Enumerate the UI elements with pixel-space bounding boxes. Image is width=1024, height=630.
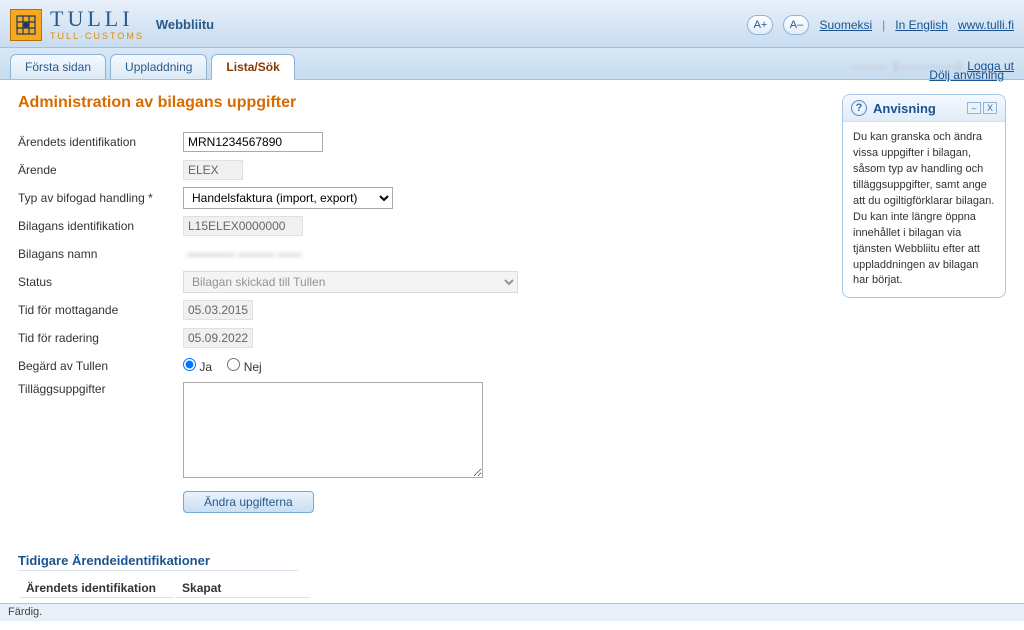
help-body: Du kan granska och ändra vissa uppgifter… — [843, 122, 1005, 297]
logo: TULLI TULL·CUSTOMS — [10, 8, 144, 41]
lang-finnish-link[interactable]: Suomeksi — [819, 18, 872, 32]
previous-ids-title: Tidigare Ärendeidentifikationer — [18, 553, 298, 571]
page-title: Administration av bilagans uppgifter — [18, 94, 830, 112]
value-radering: 05.09.2022 — [183, 328, 253, 348]
col-arende-id: Ärendets identifikation — [20, 579, 174, 598]
help-header: ? Anvisning – X — [843, 95, 1005, 122]
hide-instructions-link[interactable]: Dölj anvisning — [929, 68, 1004, 82]
logo-text-sub: TULL·CUSTOMS — [50, 32, 144, 41]
app-name: Webbliitu — [156, 17, 214, 32]
main-area: Administration av bilagans uppgifter Äre… — [0, 80, 1024, 630]
label-arende: Ärende — [18, 163, 183, 177]
value-arende: ELEX — [183, 160, 243, 180]
value-mottagande: 05.03.2015 — [183, 300, 253, 320]
select-status: Bilagan skickad till Tullen — [183, 271, 518, 293]
label-mottagande: Tid för mottagande — [18, 303, 183, 317]
radio-begard-nej-label[interactable]: Nej — [227, 360, 261, 374]
label-status: Status — [18, 275, 183, 289]
status-bar: Färdig. — [0, 603, 1024, 621]
input-arende-id[interactable] — [183, 132, 323, 152]
save-button[interactable]: Ändra upgifterna — [183, 491, 314, 513]
col-skapat: Skapat — [176, 579, 310, 598]
user-name-masked: ——— — [851, 59, 887, 73]
logo-text-main: TULLI — [50, 8, 144, 30]
tab-upload[interactable]: Uppladdning — [110, 54, 207, 79]
font-decrease-button[interactable]: A– — [783, 15, 809, 35]
font-increase-button[interactable]: A+ — [747, 15, 773, 35]
label-bilaga-namn: Bilagans namn — [18, 247, 183, 261]
value-bilaga-id: L15ELEX0000000 — [183, 216, 303, 236]
separator: | — [882, 18, 885, 32]
header-right: A+ A– Suomeksi | In English www.tulli.fi — [747, 15, 1014, 35]
help-title: Anvisning — [873, 101, 936, 116]
tulli-logo-icon — [10, 9, 42, 41]
label-radering: Tid för radering — [18, 331, 183, 345]
site-link[interactable]: www.tulli.fi — [958, 18, 1014, 32]
attachment-form: Ärendets identifikation Ärende ELEX Typ … — [18, 130, 830, 513]
textarea-tillaggs[interactable] — [183, 382, 483, 478]
content: Administration av bilagans uppgifter Äre… — [18, 94, 830, 620]
label-begard: Begärd av Tullen — [18, 359, 183, 373]
help-icon: ? — [851, 100, 867, 116]
label-typ: Typ av bifogad handling * — [18, 191, 183, 205]
value-bilaga-namn: ———— ——— —— — [183, 245, 306, 263]
help-minimize-icon[interactable]: – — [967, 102, 981, 114]
radio-begard-ja[interactable] — [183, 358, 196, 371]
radio-begard-nej[interactable] — [227, 358, 240, 371]
radio-begard-ja-label[interactable]: Ja — [183, 360, 212, 374]
app-header: TULLI TULL·CUSTOMS Webbliitu A+ A– Suome… — [0, 0, 1024, 48]
tab-first-page[interactable]: Första sidan — [10, 54, 106, 79]
help-panel: ? Anvisning – X Du kan granska och ändra… — [842, 94, 1006, 298]
help-close-icon[interactable]: X — [983, 102, 997, 114]
sidebar: ? Anvisning – X Du kan granska och ändra… — [842, 94, 1006, 620]
label-arende-id: Ärendets identifikation — [18, 135, 183, 149]
tab-bar: Första sidan Uppladdning Lista/Sök ——— (… — [0, 48, 1024, 80]
lang-english-link[interactable]: In English — [895, 18, 948, 32]
label-tillaggs: Tilläggsuppgifter — [18, 382, 183, 396]
select-typ[interactable]: Handelsfaktura (import, export) — [183, 187, 393, 209]
tab-list-search[interactable]: Lista/Sök — [211, 54, 294, 80]
label-bilaga-id: Bilagans identifikation — [18, 219, 183, 233]
